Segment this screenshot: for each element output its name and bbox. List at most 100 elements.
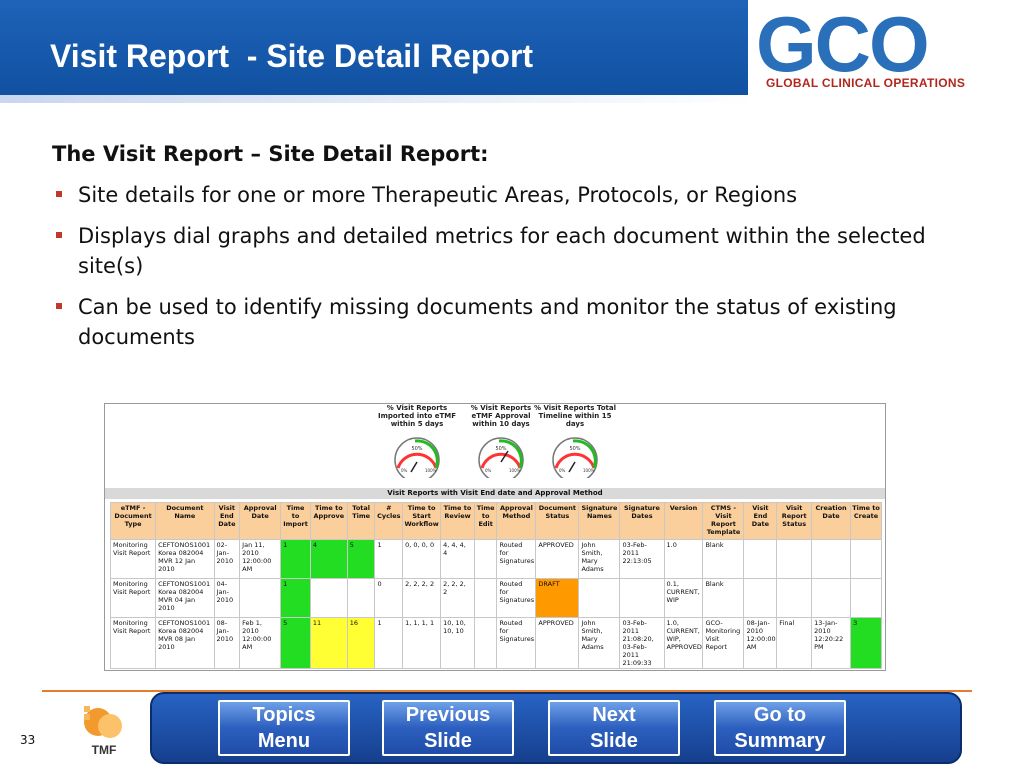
table-cell <box>850 578 882 618</box>
table-cell: 0.1, CURRENT, WIP <box>663 578 704 618</box>
table-cell: 1 <box>280 539 311 579</box>
table-cell: 04-Jan-2010 <box>213 578 241 618</box>
column-header: Document Status <box>535 502 580 540</box>
table-cell: John Smith, Mary Adams <box>578 539 621 579</box>
next-slide-button[interactable]: Next Slide <box>548 700 680 756</box>
dial-caption: % Visit Reports Total Timeline within 15… <box>534 404 616 428</box>
column-header: Approval Date <box>239 502 282 540</box>
table-cell: Blank <box>702 539 745 579</box>
bullet-list: Site details for one or more Therapeutic… <box>52 180 972 352</box>
table-cell <box>473 578 498 618</box>
tmf-label: TMF <box>92 743 117 757</box>
bullet-item: Can be used to identify missing document… <box>52 292 972 352</box>
gco-logo: GCO GLOBAL CLINICAL OPERATIONS <box>748 0 1024 103</box>
table-cell: Routed for Signatures <box>496 617 537 669</box>
go-to-summary-button[interactable]: Go to Summary <box>714 700 846 756</box>
table-cell <box>578 578 621 618</box>
table-row: Monitoring Visit Report CEFTONOS1001 Kore… <box>109 617 882 669</box>
report-screenshot: % Visit Reports Imported into eTMF withi… <box>104 403 886 671</box>
slide-header: Visit Report - Site Detail Report GCO GL… <box>0 0 1024 103</box>
table-cell: Final <box>776 617 813 669</box>
table-cell: Jan 11, 2010 12:00:00 AM <box>239 539 282 579</box>
table-row: Monitoring Visit Report CEFTONOS1001 Kore… <box>109 578 882 618</box>
column-header: Signature Dates <box>619 502 665 540</box>
table-cell: 08-Jan-2010 12:00:00 AM <box>743 617 778 669</box>
dial-total: % Visit Reports Total Timeline within 15… <box>533 404 617 483</box>
page-number: 33 <box>20 733 36 747</box>
table-cell: 08-Jan-2010 <box>213 617 241 669</box>
dial-approval: % Visit Reports eTMF Approval within 10 … <box>459 404 543 483</box>
table-cell: 2, 2, 2, 2 <box>440 578 475 618</box>
button-label-line1: Next <box>592 704 636 726</box>
column-header: Visit End Date <box>213 502 241 540</box>
table-cell: 1.0 <box>663 539 704 579</box>
table-cell: Blank <box>702 578 745 618</box>
table-cell: John Smith, Mary Adams <box>578 617 621 669</box>
dial-graphs: % Visit Reports Imported into eTMF withi… <box>105 404 885 489</box>
table-cell: 1, 1, 1, 1 <box>402 617 442 669</box>
button-label-line1: Go to <box>753 704 807 726</box>
visit-report-table: eTMF - Document Type Document Name Visit E… <box>109 502 882 669</box>
button-label-line1: Topics <box>252 704 316 726</box>
table-cell <box>811 539 852 579</box>
table-cell <box>309 578 348 618</box>
table-cell: 13-Jan-2010 12:20:22 PM <box>811 617 852 669</box>
table-cell: 1 <box>280 578 311 618</box>
table-cell <box>743 578 778 618</box>
gauge-icon: 50% 0% 100% <box>552 437 598 483</box>
navigation-bar: Topics Menu Previous Slide Next Slide Go… <box>150 692 962 764</box>
button-label-line2: Slide <box>424 730 472 752</box>
table-cell: 0 <box>374 578 404 618</box>
column-header: # Cycles <box>374 502 404 540</box>
column-header: Approval Method <box>496 502 537 540</box>
dial-mid-label: 50% <box>569 446 580 452</box>
topics-menu-button[interactable]: Topics Menu <box>218 700 350 756</box>
column-header: Total Time <box>346 502 376 540</box>
bullet-item: Displays dial graphs and detailed metric… <box>52 221 972 281</box>
table-cell: 4, 4, 4, 4 <box>440 539 475 579</box>
gauge-icon: 50% 0% 100% <box>394 437 440 483</box>
table-cell: DRAFT <box>535 578 580 618</box>
table-cell: Monitoring Visit Report <box>109 578 157 618</box>
table-cell: 1 <box>374 617 404 669</box>
dial-min-label: 0% <box>559 468 566 473</box>
table-cell: CEFTONOS1001 Korea 082004 MVR 08 Jan 201… <box>155 617 215 669</box>
table-cell: 16 <box>346 617 376 669</box>
table-cell <box>473 617 498 669</box>
table-cell: 3 <box>850 617 882 669</box>
table-cell: Feb 1, 2010 12:00:00 AM <box>239 617 282 669</box>
dial-max-label: 100% <box>509 468 521 473</box>
bullet-text: Displays dial graphs and detailed metric… <box>78 224 926 278</box>
column-header: Version <box>663 502 704 540</box>
bullet-icon <box>56 303 62 309</box>
table-cell: 5 <box>346 539 376 579</box>
table-cell <box>743 539 778 579</box>
bullet-icon <box>56 232 62 238</box>
column-header: Signature Names <box>578 502 621 540</box>
gco-logo-word: GCO <box>756 0 930 88</box>
column-header: Creation Date <box>811 502 852 540</box>
header-stripe <box>0 95 760 103</box>
dial-caption: % Visit Reports eTMF Approval within 10 … <box>470 404 532 428</box>
table-cell <box>776 578 813 618</box>
dial-mid-label: 50% <box>411 446 422 452</box>
previous-slide-button[interactable]: Previous Slide <box>382 700 514 756</box>
column-header: Time to Review <box>440 502 475 540</box>
table-cell: Routed for Signatures <box>496 578 537 618</box>
table-cell: 03-Feb-2011 21:08:20, 03-Feb-2011 21:09:… <box>619 617 665 669</box>
gco-logo-subtitle: GLOBAL CLINICAL OPERATIONS <box>766 76 966 90</box>
table-cell: 1.0, CURRENT, WIP, APPROVED <box>663 617 704 669</box>
dial-mid-label: 50% <box>495 446 506 452</box>
table-cell: CEFTONOS1001 Korea 082004 MVR 04 Jan 201… <box>155 578 215 618</box>
button-label-line1: Previous <box>405 704 491 726</box>
column-header: Visit Report Status <box>776 502 813 540</box>
table-cell <box>239 578 282 618</box>
table-cell: Routed for Signatures <box>496 539 537 579</box>
gauge-icon: 50% 0% 100% <box>478 437 524 483</box>
slide-body: The Visit Report – Site Detail Report: S… <box>52 142 972 363</box>
table-cell: Monitoring Visit Report <box>109 539 157 579</box>
column-header: Document Name <box>155 502 215 540</box>
table-cell: APPROVED <box>535 617 580 669</box>
bullet-text: Site details for one or more Therapeutic… <box>78 183 798 207</box>
table-cell: 0, 0, 0, 0 <box>402 539 442 579</box>
